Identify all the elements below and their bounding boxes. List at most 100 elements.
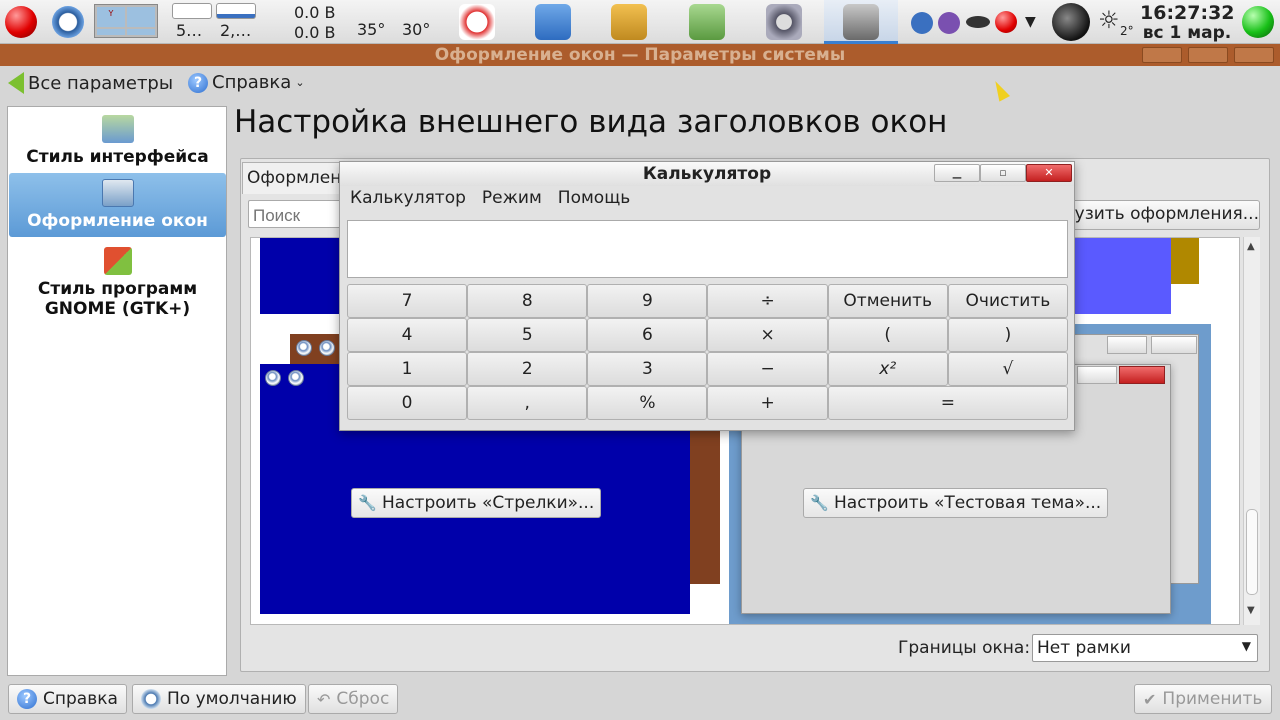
window-minimize-button[interactable] <box>1142 47 1182 63</box>
chevron-down-icon: ▼ <box>1241 639 1251 653</box>
key-3[interactable]: 3 <box>587 352 708 386</box>
calculator-close-button[interactable]: ✕ <box>1026 164 1072 182</box>
preview-scrollbar[interactable]: ▲ ▼ <box>1243 237 1260 625</box>
defaults-button[interactable]: По умолчанию <box>132 684 306 714</box>
window-close-button[interactable] <box>1234 47 1274 63</box>
clock[interactable]: 16:27:32 вс 1 мар. <box>1140 3 1235 43</box>
calculator-titlebar[interactable]: Калькулятор ▁ ▫ ✕ <box>340 162 1074 186</box>
calculator-display[interactable] <box>347 220 1068 278</box>
interface-style-icon <box>101 115 134 143</box>
gtk-style-icon <box>103 247 132 275</box>
tray-expand-chevron-icon[interactable]: ▼ <box>1025 14 1036 30</box>
help-menu-button[interactable]: ? Справка ⌄ <box>188 72 305 93</box>
pager-desktop-4[interactable] <box>127 29 155 35</box>
window-button-icon <box>296 340 312 356</box>
desktop-pager[interactable]: Y <box>94 4 158 38</box>
tab-decorations[interactable]: Оформление <box>242 162 342 194</box>
pager-desktop-1[interactable]: Y <box>97 7 125 27</box>
weather-temp: 2° <box>1120 24 1134 38</box>
sidebar-item-label: Оформление окон <box>27 211 208 231</box>
key-8[interactable]: 8 <box>467 284 588 318</box>
key-subtract[interactable]: − <box>707 352 828 386</box>
net-upload-value: 0.0 B <box>294 3 336 22</box>
scroll-thumb[interactable] <box>1246 509 1258 595</box>
key-percent[interactable]: % <box>587 386 708 420</box>
configure-arrows-button[interactable]: 🔧 Настроить «Стрелки»... <box>351 488 602 518</box>
configure-test-theme-button[interactable]: 🔧 Настроить «Тестовая тема»... <box>803 488 1109 518</box>
key-close-paren[interactable]: ) <box>947 318 1068 352</box>
window-titlebar[interactable]: Оформление окон — Параметры системы <box>0 44 1280 66</box>
key-6[interactable]: 6 <box>587 318 708 352</box>
mail-tray-icon[interactable] <box>911 12 933 34</box>
ufo-tray-icon[interactable] <box>966 16 990 28</box>
scroll-down-icon[interactable]: ▼ <box>1247 605 1255 616</box>
preview-close-icon <box>1119 366 1165 384</box>
key-open-paren[interactable]: ( <box>827 318 948 352</box>
key-clear[interactable]: Очистить <box>947 284 1068 318</box>
preview-maximize-icon <box>1077 366 1117 384</box>
key-undo[interactable]: Отменить <box>827 284 948 318</box>
calculator-keypad: 7 8 9 ÷ Отменить Очистить 4 5 6 × ( ) 1 … <box>347 284 1068 420</box>
sidebar-item-interface-style[interactable]: Стиль интерфейса <box>9 115 226 175</box>
file-manager-task-icon[interactable] <box>611 4 647 40</box>
calculator-window[interactable]: Калькулятор ▁ ▫ ✕ Калькулятор Режим Помо… <box>339 161 1075 431</box>
search-input[interactable] <box>248 200 348 228</box>
border-size-select[interactable]: Нет рамки ▼ <box>1032 634 1258 662</box>
help-button-label: Справка <box>43 689 118 709</box>
key-sqrt[interactable]: √ <box>947 352 1068 386</box>
key-square[interactable]: x² <box>827 352 948 386</box>
border-size-label: Границы окна: <box>898 638 1031 658</box>
sidebar-item-window-decorations[interactable]: Оформление окон <box>9 173 226 237</box>
apply-button[interactable]: ✔ Применить <box>1134 684 1272 714</box>
key-2[interactable]: 2 <box>467 352 588 386</box>
viber-tray-icon[interactable] <box>938 12 960 34</box>
window-button-icon <box>288 370 304 386</box>
memory-meter-value: 2,… <box>220 21 252 40</box>
clock-date: вс 1 мар. <box>1142 23 1232 43</box>
key-divide[interactable]: ÷ <box>707 284 828 318</box>
key-9[interactable]: 9 <box>587 284 708 318</box>
all-settings-label: Все параметры <box>28 72 174 94</box>
scroll-up-icon[interactable]: ▲ <box>1247 241 1255 252</box>
pager-desktop-2[interactable] <box>127 7 155 27</box>
reset-button[interactable]: ↶ Сброс <box>308 684 399 714</box>
window-maximize-button[interactable] <box>1188 47 1228 63</box>
key-7[interactable]: 7 <box>347 284 468 318</box>
key-0[interactable]: 0 <box>347 386 468 420</box>
browser-launcher-icon[interactable] <box>52 6 84 38</box>
menu-calculator[interactable]: Калькулятор <box>350 188 466 212</box>
calculator-task-icon[interactable] <box>843 4 879 40</box>
key-decimal[interactable]: , <box>467 386 588 420</box>
image-viewer-task-icon[interactable] <box>689 4 725 40</box>
moon-phase-icon <box>1052 3 1090 41</box>
app-menu-icon[interactable] <box>5 6 37 38</box>
sidebar-item-label: Стиль программ GNOME (GTK+) <box>37 279 198 319</box>
session-status-icon[interactable] <box>1242 6 1274 38</box>
temp-sensor-1: 35° <box>357 20 386 39</box>
menu-mode[interactable]: Режим <box>482 188 542 212</box>
weather-sun-icon[interactable]: ☼ <box>1098 6 1120 34</box>
memory-meter-icon <box>216 3 256 19</box>
key-5[interactable]: 5 <box>467 318 588 352</box>
calculator-minimize-button[interactable]: ▁ <box>934 164 980 182</box>
key-1[interactable]: 1 <box>347 352 468 386</box>
checkmark-icon: ✔ <box>1143 689 1157 709</box>
yandex-browser-task-icon[interactable] <box>459 4 495 40</box>
pager-desktop-3[interactable] <box>97 29 125 35</box>
sidebar-item-gtk-style[interactable]: Стиль программ GNOME (GTK+) <box>9 247 226 323</box>
menu-help[interactable]: Помощь <box>558 188 630 212</box>
all-settings-button[interactable]: Все параметры <box>8 72 173 94</box>
calculator-maximize-button[interactable]: ▫ <box>980 164 1026 182</box>
status-tray-icon[interactable] <box>995 11 1017 33</box>
key-4[interactable]: 4 <box>347 318 468 352</box>
key-equals[interactable]: = <box>827 386 1068 420</box>
key-multiply[interactable]: × <box>707 318 828 352</box>
toolbar: Все параметры ? Справка ⌄ <box>0 66 1280 102</box>
configure-test-theme-label: Настроить «Тестовая тема»... <box>834 493 1102 513</box>
key-add[interactable]: + <box>707 386 828 420</box>
help-button[interactable]: ? Справка <box>8 684 127 714</box>
text-editor-task-icon[interactable] <box>535 4 571 40</box>
download-decorations-button[interactable]: Загрузить оформления... <box>1060 200 1260 230</box>
system-settings-task-icon[interactable] <box>766 4 802 40</box>
preview-close-icon <box>1151 336 1197 354</box>
